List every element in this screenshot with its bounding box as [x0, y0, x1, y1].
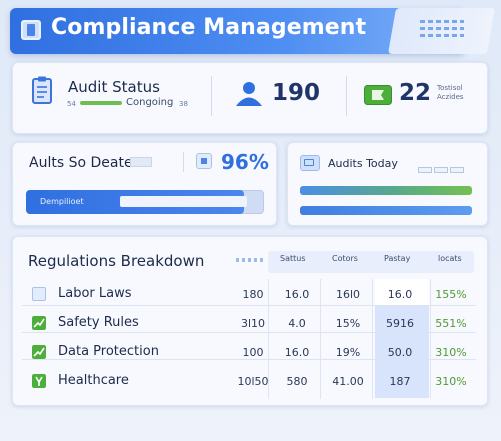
row-label: Healthcare	[58, 373, 129, 388]
audit-status-subtitle: Congoing	[126, 97, 174, 108]
audits-due-input[interactable]	[130, 157, 152, 167]
row-cell: 16l0	[335, 288, 361, 301]
row-cell: 15%	[335, 317, 361, 330]
row-cell: 580	[286, 375, 308, 388]
expand-icon[interactable]	[196, 153, 212, 169]
row-cell: 3l10	[240, 317, 266, 330]
column-header-cotors[interactable]: Cotors	[332, 254, 358, 263]
audits-today-label: Audits Today	[328, 157, 398, 170]
row-cell: 4.0	[288, 317, 306, 330]
row-cell: 100	[242, 346, 264, 359]
row-cell: 19%	[335, 346, 361, 359]
audit-status-bar	[80, 101, 122, 105]
column-header-locats[interactable]: locats	[438, 254, 462, 263]
row-label: Data Protection	[58, 344, 159, 359]
row-cell: 5916	[386, 317, 414, 330]
column-header-pastay[interactable]: Pastay	[384, 254, 410, 263]
menu-icon[interactable]	[420, 20, 464, 42]
row-cell: 41.00	[332, 375, 364, 388]
row-label: Labor Laws	[58, 286, 132, 301]
row-cell: 310%	[435, 375, 467, 388]
completion-progress-inner	[120, 196, 247, 207]
chart-up-icon	[32, 345, 46, 359]
title-dots-decor	[236, 258, 264, 262]
audits-due-label: Aults So Deate:	[29, 155, 138, 171]
row-cell: 187	[389, 375, 411, 388]
total-count: 22	[399, 80, 432, 106]
row-cell: 16.0	[284, 346, 310, 359]
row-cell: 50.0	[387, 346, 413, 359]
audits-today-bar-1	[300, 186, 472, 195]
column-header-status[interactable]: Sattus	[280, 254, 306, 263]
clipboard-icon	[32, 76, 52, 104]
total-label: Tostisol Aczides	[437, 84, 464, 101]
app-title: Compliance Management	[51, 15, 367, 40]
stats-divider-1	[211, 76, 212, 116]
audit-status-suffix: 38	[179, 100, 188, 108]
flag-icon	[364, 85, 392, 105]
row-label: Safety Rules	[58, 315, 139, 330]
audit-status-prefix: 54	[67, 100, 76, 108]
completion-percent: 96%	[221, 150, 269, 174]
person-icon	[236, 82, 262, 106]
completion-progress-label: Dempilioet	[40, 197, 84, 206]
folder-icon	[300, 155, 320, 171]
stats-divider-2	[346, 76, 347, 116]
row-cell: 10l50	[237, 375, 269, 388]
row-cell: 310%	[435, 346, 467, 359]
people-count: 190	[272, 80, 321, 106]
row-cell: 155%	[435, 288, 467, 301]
audit-status-title: Audit Status	[68, 78, 160, 96]
row-cell: 16.0	[387, 288, 413, 301]
regulations-table-title: Regulations Breakdown	[28, 252, 205, 270]
document-icon	[32, 287, 46, 301]
row-cell: 551%	[435, 317, 467, 330]
audits-today-bar-2	[300, 206, 472, 215]
audits-today-controls[interactable]	[418, 158, 468, 173]
row-cell: 180	[242, 288, 264, 301]
progress-divider	[183, 152, 184, 172]
row-cell: 16.0	[284, 288, 310, 301]
app-logo-icon	[21, 20, 41, 40]
check-shield-icon	[32, 374, 46, 388]
chart-up-icon	[32, 316, 46, 330]
